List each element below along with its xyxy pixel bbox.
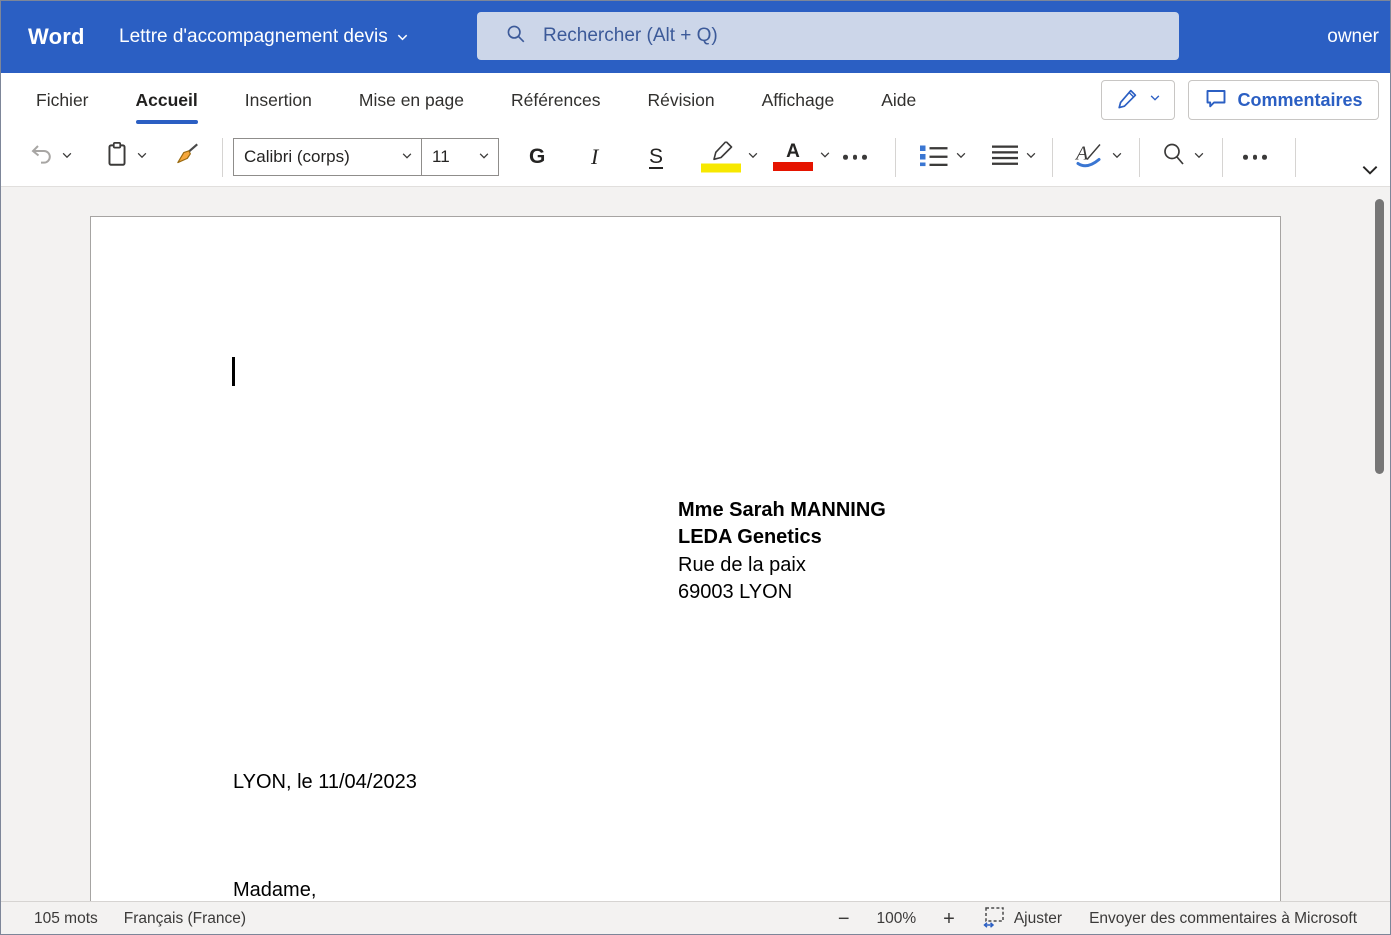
font-size-combobox[interactable]: 11 <box>422 139 498 175</box>
italic-button[interactable]: I <box>591 144 598 170</box>
fit-page-label: Ajuster <box>1014 910 1062 928</box>
chevron-down-icon <box>819 148 831 166</box>
recipient-city[interactable]: 69003 LYON <box>678 579 886 606</box>
tab-accueil[interactable]: Accueil <box>136 73 198 128</box>
find-button[interactable] <box>1161 142 1205 173</box>
search-bar[interactable] <box>477 12 1179 60</box>
font-name-value: Calibri (corps) <box>244 147 350 167</box>
toolbar-divider <box>222 138 223 177</box>
search-icon <box>505 23 527 50</box>
font-name-combobox[interactable]: Calibri (corps) <box>234 139 422 175</box>
format-painter-icon <box>173 141 201 174</box>
align-justify-button[interactable] <box>991 143 1037 172</box>
font-color-button[interactable]: A <box>773 143 831 171</box>
tab-revision[interactable]: Révision <box>647 73 714 128</box>
word-online-window: Word Lettre d'accompagnement devis owner… <box>0 0 1391 935</box>
more-commands-button[interactable] <box>1243 155 1267 160</box>
salutation-line[interactable]: Madame, <box>233 877 316 901</box>
document-page[interactable]: Mme Sarah MANNING LEDA Genetics Rue de l… <box>90 216 1281 901</box>
bold-button[interactable]: G <box>529 145 545 169</box>
styles-icon: A <box>1073 141 1105 174</box>
undo-icon <box>29 142 55 173</box>
underline-button[interactable]: S <box>649 145 663 169</box>
chevron-down-icon <box>1193 148 1205 166</box>
app-header: Word Lettre d'accompagnement devis owner <box>1 1 1390 73</box>
ribbon-tabs: Fichier Accueil Insertion Mise en page R… <box>36 73 916 128</box>
chevron-down-icon <box>1360 166 1380 183</box>
search-input[interactable] <box>543 25 1179 47</box>
editing-mode-button[interactable] <box>1101 80 1175 120</box>
chevron-down-icon <box>396 31 409 44</box>
more-font-options-button[interactable] <box>843 155 867 160</box>
recipient-address-block[interactable]: Mme Sarah MANNING LEDA Genetics Rue de l… <box>678 497 886 607</box>
chevron-down-icon <box>478 147 490 167</box>
bullet-list-button[interactable] <box>919 143 967 172</box>
font-color-icon: A <box>773 143 813 171</box>
chevron-down-icon <box>747 148 759 166</box>
chevron-down-icon <box>61 148 73 166</box>
pencil-icon <box>1116 86 1140 115</box>
document-title-label: Lettre d'accompagnement devis <box>119 26 388 48</box>
toolbar-divider <box>895 138 896 177</box>
quick-toolbar: Calibri (corps) 11 G I S A <box>1 128 1390 187</box>
ribbon-tab-row: Fichier Accueil Insertion Mise en page R… <box>1 73 1390 128</box>
toolbar-divider <box>1222 138 1223 177</box>
vertical-scrollbar-thumb[interactable] <box>1375 199 1384 474</box>
word-logo[interactable]: Word <box>28 1 85 73</box>
chevron-down-icon <box>955 148 967 166</box>
tab-fichier[interactable]: Fichier <box>36 73 89 128</box>
font-controls: Calibri (corps) 11 <box>233 138 499 176</box>
chevron-down-icon <box>1149 91 1161 109</box>
recipient-company[interactable]: LEDA Genetics <box>678 524 886 551</box>
zoom-out-button[interactable]: − <box>838 909 850 929</box>
bullet-list-icon <box>919 143 949 172</box>
format-painter-button[interactable] <box>173 141 201 174</box>
tab-affichage[interactable]: Affichage <box>762 73 835 128</box>
tab-mise-en-page[interactable]: Mise en page <box>359 73 464 128</box>
more-icon <box>1243 155 1267 160</box>
paste-button[interactable] <box>104 141 148 174</box>
chevron-down-icon <box>1111 148 1123 166</box>
font-size-value: 11 <box>432 147 450 167</box>
comment-bubble-icon <box>1204 86 1228 115</box>
toolbar-divider <box>1052 138 1053 177</box>
document-canvas: Mme Sarah MANNING LEDA Genetics Rue de l… <box>1 187 1390 901</box>
undo-button[interactable] <box>29 142 73 173</box>
highlighter-icon <box>701 142 741 173</box>
status-left-group: 105 mots Français (France) <box>34 902 246 935</box>
status-right-group: − 100% + Ajuster Envoyer des commentaire… <box>838 902 1357 935</box>
fit-page-button[interactable]: Ajuster <box>982 906 1062 933</box>
comments-label: Commentaires <box>1237 90 1362 111</box>
text-cursor <box>232 357 235 386</box>
styles-button[interactable]: A <box>1073 141 1123 174</box>
align-justify-icon <box>991 143 1019 172</box>
recipient-street[interactable]: Rue de la paix <box>678 552 886 579</box>
tab-insertion[interactable]: Insertion <box>245 73 312 128</box>
more-icon <box>843 155 867 160</box>
document-title[interactable]: Lettre d'accompagnement devis <box>119 1 409 73</box>
toolbar-divider <box>1139 138 1140 177</box>
send-feedback-link[interactable]: Envoyer des commentaires à Microsoft <box>1089 910 1357 928</box>
zoom-in-button[interactable]: + <box>943 909 955 929</box>
recipient-name[interactable]: Mme Sarah MANNING <box>678 497 886 524</box>
search-icon <box>1161 142 1187 173</box>
chevron-down-icon <box>401 147 413 167</box>
toolbar-divider <box>1295 138 1296 177</box>
chevron-down-icon <box>1025 148 1037 166</box>
zoom-level[interactable]: 100% <box>877 910 917 928</box>
svg-text:A: A <box>1074 143 1089 165</box>
date-line[interactable]: LYON, le 11/04/2023 <box>233 769 417 796</box>
word-count[interactable]: 105 mots <box>34 910 98 928</box>
comments-button[interactable]: Commentaires <box>1188 80 1379 120</box>
status-bar: 105 mots Français (France) − 100% + Ajus… <box>1 901 1390 935</box>
collapse-ribbon-button[interactable] <box>1360 161 1380 184</box>
clipboard-icon <box>104 141 130 174</box>
account-name[interactable]: owner <box>1327 1 1379 73</box>
highlight-color-button[interactable] <box>701 142 759 173</box>
chevron-down-icon <box>136 148 148 166</box>
language-selector[interactable]: Français (France) <box>124 910 246 928</box>
tab-references[interactable]: Références <box>511 73 601 128</box>
fit-page-icon <box>982 906 1006 933</box>
tab-aide[interactable]: Aide <box>881 73 916 128</box>
